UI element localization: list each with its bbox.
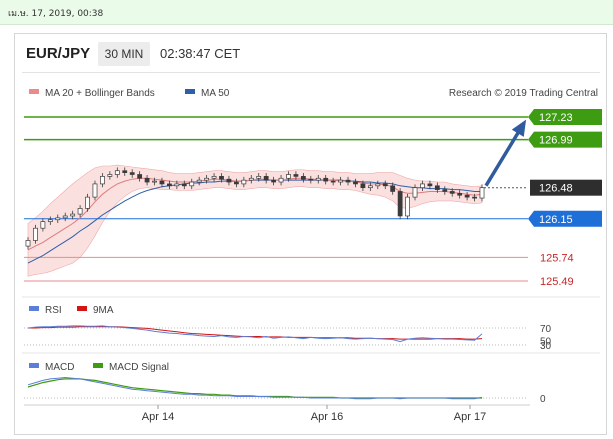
- candle-body: [353, 181, 358, 185]
- time-tick-label: Apr 17: [454, 411, 486, 423]
- candle-body: [196, 179, 202, 183]
- candle-body: [100, 176, 105, 185]
- candle-body: [233, 181, 239, 185]
- candle-body: [248, 177, 254, 181]
- candle-body: [390, 185, 396, 192]
- legend-ma20-label: MA 20 + Bollinger Bands: [45, 88, 155, 99]
- candle-body: [286, 174, 291, 179]
- candle-body: [375, 183, 381, 187]
- support-label-5: 125.74: [540, 252, 574, 264]
- bollinger-band: [27, 164, 483, 277]
- rsi-tick-30: 30: [540, 341, 552, 352]
- candle-body: [256, 176, 262, 179]
- candle-body: [174, 183, 180, 187]
- candle-body: [323, 177, 329, 182]
- source-note: Research © 2019 Trading Central: [449, 88, 598, 99]
- support-label-6: 125.49: [540, 276, 574, 288]
- candle-body: [152, 180, 157, 183]
- time-tick-label: Apr 16: [311, 411, 343, 423]
- legend-swatch-ma50: [185, 89, 195, 94]
- legend-macd-label: MACD: [45, 362, 74, 373]
- candle-body: [345, 179, 351, 183]
- candle-body: [70, 213, 76, 217]
- legend-swatch-macd: [29, 363, 39, 368]
- legend-swatch-macd-signal: [93, 363, 103, 368]
- candle-body: [464, 194, 470, 198]
- candle-body: [122, 170, 128, 173]
- legend-rsi-label: RSI: [45, 305, 62, 316]
- candle-body: [137, 174, 143, 179]
- chart-canvas: MA 20 + Bollinger Bands MA 50 Research ©…: [22, 88, 602, 423]
- candle-body: [33, 227, 38, 241]
- candle-body: [77, 208, 83, 215]
- candle-body: [181, 183, 187, 187]
- legend-9ma-label: 9MA: [93, 305, 114, 316]
- candle-body: [420, 183, 425, 189]
- candle-body: [167, 183, 172, 187]
- candle-body: [405, 196, 410, 217]
- resistance-label-2: 126.99: [539, 135, 573, 147]
- candle-body: [55, 217, 61, 221]
- time-tick-label: Apr 14: [142, 411, 174, 423]
- candle-body: [107, 174, 113, 177]
- legend-swatch-rsi: [29, 306, 39, 311]
- candle-body: [434, 185, 440, 190]
- candle-body: [129, 172, 135, 175]
- candle-body: [479, 187, 485, 199]
- candle-body: [204, 177, 210, 181]
- candle-body: [397, 191, 403, 217]
- resistance-label-1: 127.23: [539, 112, 573, 124]
- candle-body: [427, 183, 433, 187]
- legend-swatch-ma20: [29, 89, 39, 94]
- candle-body: [159, 180, 165, 185]
- candle-body: [241, 179, 247, 185]
- candle-body: [382, 183, 388, 187]
- candle-body: [85, 196, 90, 209]
- candle-body: [211, 176, 217, 179]
- candle-body: [442, 189, 448, 192]
- candle-body: [144, 177, 150, 183]
- candle-body: [62, 215, 68, 219]
- current-price-label: 126.48: [539, 183, 573, 195]
- candle-body: [330, 180, 336, 183]
- legend-macd-signal-label: MACD Signal: [109, 362, 169, 373]
- candle-body: [40, 221, 46, 229]
- candle-body: [271, 179, 277, 183]
- candle-body: [219, 176, 224, 180]
- candle-body: [360, 183, 366, 189]
- candle-body: [457, 192, 463, 196]
- legend-ma50-label: MA 50: [201, 88, 230, 99]
- candle-body: [293, 174, 299, 177]
- candle-body: [315, 177, 321, 181]
- candle-body: [367, 185, 373, 189]
- legend-swatch-9ma: [77, 306, 87, 311]
- macd-tick-0: 0: [540, 394, 546, 405]
- candle-body: [47, 219, 53, 222]
- pivot-label: 126.15: [539, 214, 573, 226]
- candle-body: [25, 240, 31, 247]
- candle-body: [412, 187, 418, 198]
- candle-body: [92, 183, 98, 198]
- candle-body: [278, 177, 284, 183]
- candle-body: [338, 179, 343, 183]
- candle-body: [189, 181, 195, 187]
- candle-body: [226, 178, 232, 183]
- rsi-tick-70: 70: [540, 324, 552, 335]
- candle-body: [449, 191, 455, 194]
- candle-body: [114, 170, 120, 175]
- candle-body: [308, 178, 314, 181]
- candle-body: [263, 176, 269, 181]
- candle-body: [300, 176, 306, 180]
- candle-body: [472, 196, 477, 199]
